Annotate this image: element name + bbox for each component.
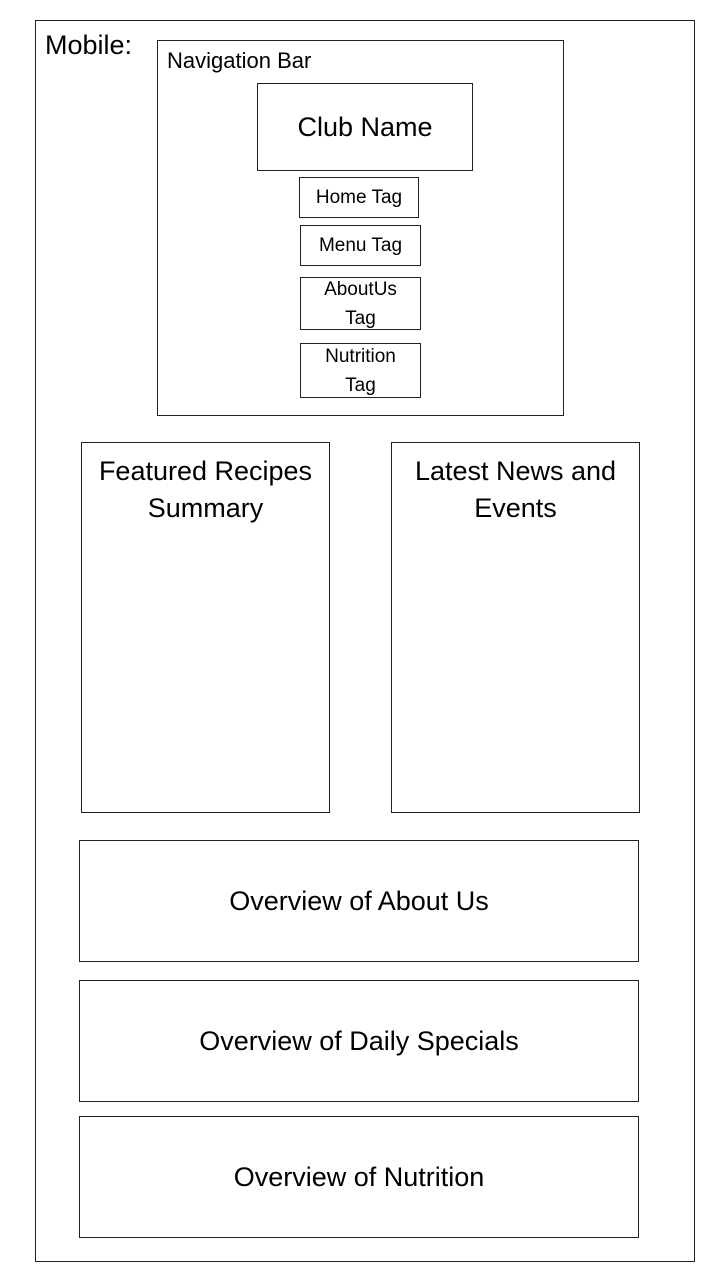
nutrition-tag[interactable]: Nutrition Tag <box>300 343 421 398</box>
latest-news-and-events-label: Latest News and Events <box>414 456 617 523</box>
featured-recipes-summary-label: Featured Recipes Summary <box>98 456 313 523</box>
nutrition-tag-label: Nutrition Tag <box>325 345 396 396</box>
overview-about-us: Overview of About Us <box>79 840 639 962</box>
club-name-box[interactable]: Club Name <box>257 83 473 171</box>
overview-nutrition: Overview of Nutrition <box>79 1116 639 1238</box>
aboutus-tag[interactable]: AboutUs Tag <box>300 277 421 330</box>
menu-tag-label: Menu Tag <box>318 235 403 256</box>
club-name-text: Club Name <box>297 111 433 142</box>
navigation-bar-label: Navigation Bar <box>167 48 312 73</box>
overview-nutrition-label: Overview of Nutrition <box>233 1161 485 1192</box>
overview-daily-specials-label: Overview of Daily Specials <box>199 1025 519 1056</box>
aboutus-tag-label: AboutUs Tag <box>324 278 397 329</box>
featured-recipes-summary-panel: Featured Recipes Summary <box>81 442 330 813</box>
menu-tag[interactable]: Menu Tag <box>300 225 421 266</box>
overview-daily-specials: Overview of Daily Specials <box>79 980 639 1102</box>
home-tag[interactable]: Home Tag <box>299 177 419 218</box>
overview-about-us-label: Overview of About Us <box>229 885 489 916</box>
home-tag-label: Home Tag <box>315 187 403 208</box>
latest-news-and-events-panel: Latest News and Events <box>391 442 640 813</box>
mobile-label: Mobile: <box>45 30 133 60</box>
